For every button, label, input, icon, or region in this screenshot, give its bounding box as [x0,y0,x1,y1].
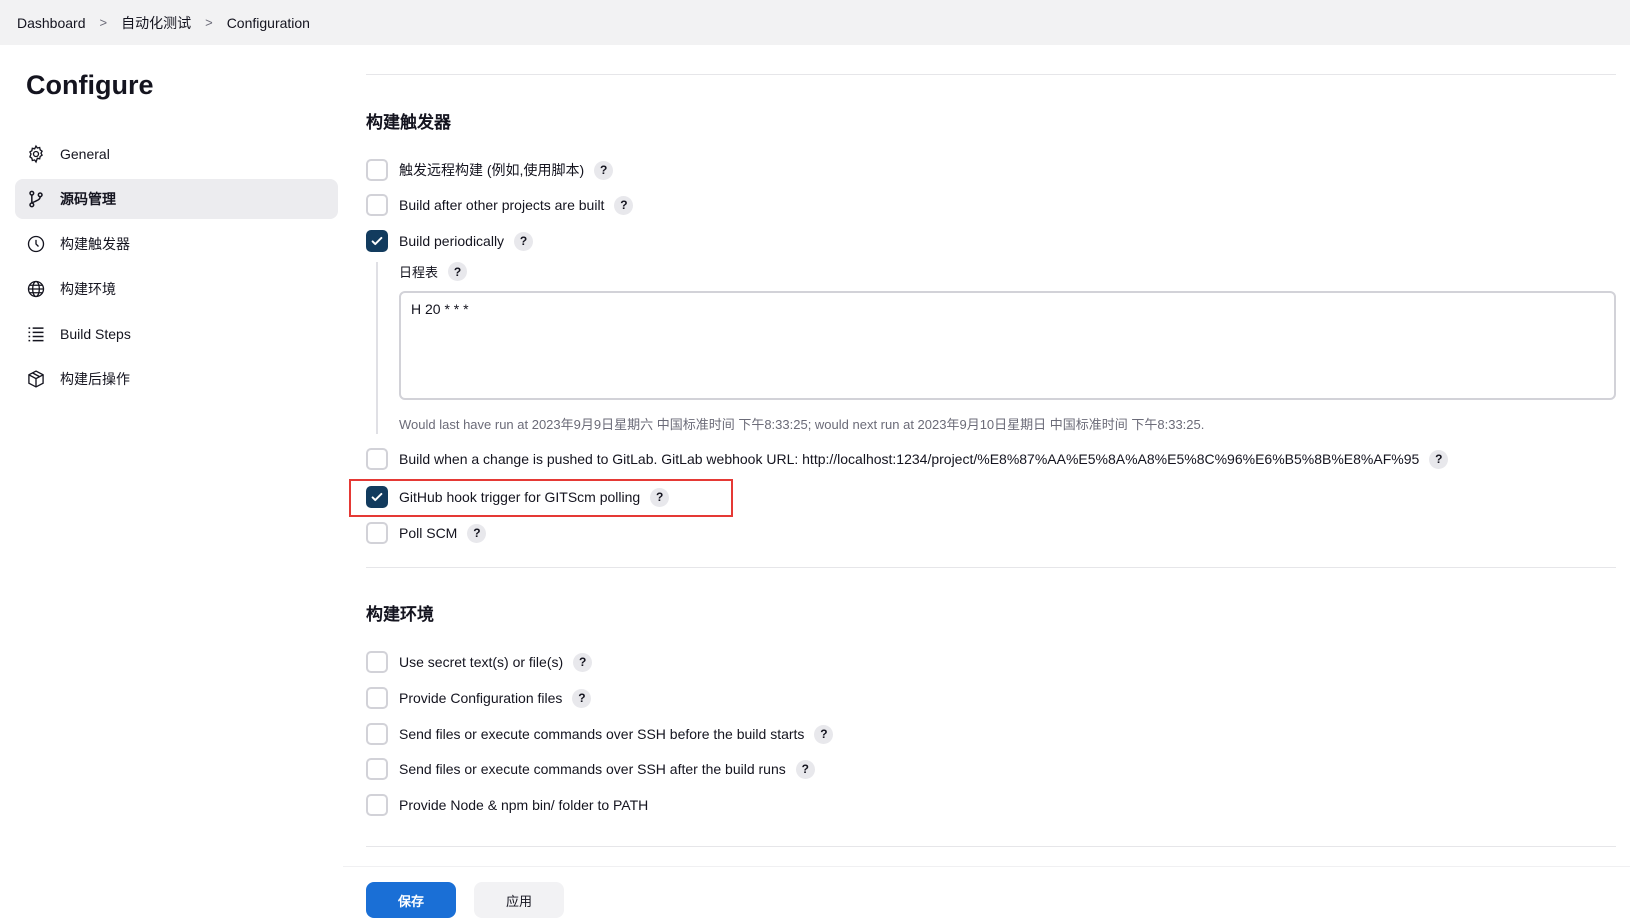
list-icon [26,324,46,344]
chevron-right-icon: > [205,15,213,30]
nested-indent-line [376,262,378,434]
divider [366,846,1616,847]
breadcrumb-job[interactable]: 自动化测试 [121,13,191,33]
checkbox[interactable] [366,159,388,181]
breadcrumb: Dashboard > 自动化测试 > Configuration [0,0,1630,45]
help-icon[interactable]: ? [1429,449,1449,469]
globe-icon [26,279,46,299]
option-label: Build when a change is pushed to GitLab.… [399,451,1420,467]
chevron-right-icon: > [99,15,108,30]
checkbox-checked[interactable] [366,486,388,508]
help-icon[interactable]: ? [814,724,834,744]
option-label: Provide Node & npm bin/ folder to PATH [399,797,649,813]
help-icon[interactable]: ? [614,195,634,215]
help-icon[interactable]: ? [572,688,592,708]
schedule-label: 日程表 [399,265,439,280]
breadcrumb-configuration[interactable]: Configuration [227,15,310,31]
checkbox[interactable] [366,448,388,470]
option-ssh-before: Send files or execute commands over SSH … [366,722,834,746]
breadcrumb-dashboard[interactable]: Dashboard [17,15,86,31]
check-icon [371,236,383,246]
checkbox[interactable] [366,651,388,673]
sidebar-item-build-steps[interactable]: Build Steps [15,314,338,354]
option-label: Provide Configuration files [399,690,563,706]
divider [366,74,1616,75]
help-icon[interactable]: ? [448,262,468,281]
checkbox[interactable] [366,522,388,544]
option-github-hook: GitHub hook trigger for GITScm polling ? [366,485,670,509]
option-label: Send files or execute commands over SSH … [399,761,786,777]
option-gitlab-push: Build when a change is pushed to GitLab.… [366,447,1449,471]
option-label: Build after other projects are built [399,197,605,213]
option-label: Build periodically [399,233,505,249]
sidebar-item-post-build[interactable]: 构建后操作 [15,359,338,399]
option-ssh-after: Send files or execute commands over SSH … [366,757,815,781]
help-icon[interactable]: ? [795,759,815,779]
sidebar-item-general[interactable]: General [15,134,338,174]
clock-icon [26,234,46,254]
checkbox[interactable] [366,723,388,745]
schedule-input[interactable] [399,291,1616,400]
divider [366,567,1616,568]
sidebar: General 源码管理 构建触发器 构建环境 Build Steps 构建后操… [15,134,338,404]
checkbox[interactable] [366,194,388,216]
sidebar-item-label: 源码管理 [60,191,116,207]
help-icon[interactable]: ? [573,652,593,672]
sidebar-item-scm[interactable]: 源码管理 [15,179,338,219]
help-icon[interactable]: ? [650,487,670,507]
package-icon [26,369,46,389]
help-icon[interactable]: ? [514,231,534,251]
schedule-info: Would last have run at 2023年9月9日星期六 中国标准… [399,417,1205,432]
option-label: Use secret text(s) or file(s) [399,654,564,670]
sidebar-item-label: General [60,146,110,162]
option-label: 触发远程构建 (例如,使用脚本) [399,162,585,178]
check-icon [371,492,383,502]
sidebar-item-label: 构建后操作 [60,371,130,387]
option-poll-scm: Poll SCM ? [366,521,487,545]
sidebar-item-environment[interactable]: 构建环境 [15,269,338,309]
option-build-after-other: Build after other projects are built ? [366,193,634,217]
checkbox[interactable] [366,687,388,709]
sidebar-item-triggers[interactable]: 构建触发器 [15,224,338,264]
checkbox-checked[interactable] [366,230,388,252]
option-label: Send files or execute commands over SSH … [399,726,805,742]
option-config-files: Provide Configuration files ? [366,686,592,710]
sidebar-item-label: Build Steps [60,326,131,342]
schedule-label-row: 日程表 ? [399,262,468,281]
option-label: Poll SCM [399,525,458,541]
option-build-periodically: Build periodically ? [366,229,534,253]
sidebar-item-label: 构建触发器 [60,236,130,252]
option-label: GitHub hook trigger for GITScm polling [399,489,641,505]
checkbox[interactable] [366,758,388,780]
option-remote-trigger: 触发远程构建 (例如,使用脚本) ? [366,158,614,182]
option-secret-text: Use secret text(s) or file(s) ? [366,650,593,674]
branch-icon [26,189,46,209]
save-button[interactable]: 保存 [366,882,456,918]
checkbox[interactable] [366,794,388,816]
section-title-triggers: 构建触发器 [366,113,451,132]
gear-icon [26,144,46,164]
section-title-environment: 构建环境 [366,605,434,624]
help-icon[interactable]: ? [594,160,614,180]
help-icon[interactable]: ? [467,523,487,543]
option-node-npm: Provide Node & npm bin/ folder to PATH [366,793,648,817]
page-title: Configure [26,70,154,100]
sidebar-item-label: 构建环境 [60,281,116,297]
apply-button[interactable]: 应用 [474,882,564,918]
